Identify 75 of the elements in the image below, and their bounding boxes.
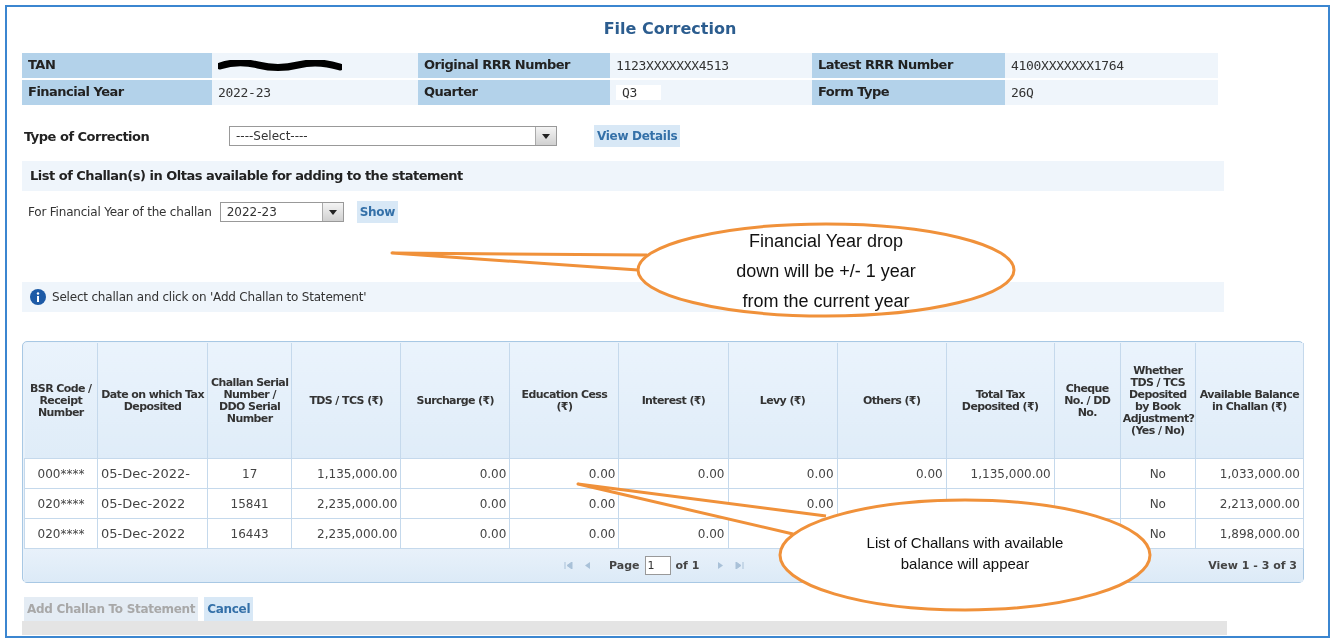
table-cell: 05-Dec-2022 <box>97 518 208 549</box>
table-cell: 0.00 <box>837 458 947 489</box>
field-label: Latest RRR Number <box>812 53 1005 78</box>
page-total: of 1 <box>675 559 700 572</box>
action-button[interactable]: Cancel <box>204 597 254 621</box>
table-cell: 2,235,000.00 <box>291 518 401 549</box>
info-icon <box>30 289 46 305</box>
table-cell: 0.00 <box>400 488 510 519</box>
column-header: Surcharge (₹) <box>400 343 510 459</box>
column-header: TDS / TCS (₹) <box>291 343 401 459</box>
next-page-icon[interactable] <box>717 562 726 569</box>
callout-text: Financial Year drop down will be +/- 1 year from the current year <box>735 230 917 313</box>
last-page-icon[interactable] <box>735 562 745 569</box>
field-label: Type of Correction <box>24 128 151 144</box>
view-details-button[interactable]: View Details <box>594 125 681 147</box>
table-cell: No <box>1120 488 1196 519</box>
field-label: Quarter <box>418 80 610 105</box>
table-cell: No <box>1120 458 1196 489</box>
table-cell: 0.00 <box>618 458 728 489</box>
table-cell: 1,898,000.00 <box>1195 518 1304 549</box>
field-value: 2022-23 <box>218 85 271 100</box>
field-value: 26Q <box>1011 85 1034 100</box>
table-cell: 2,213,000.00 <box>1195 488 1304 519</box>
column-header: Others (₹) <box>837 343 947 459</box>
table-cell: 2,235,000.00 <box>291 488 401 519</box>
section-heading: List of Challan(s) in Oltas available for adding to the statement <box>22 161 1224 191</box>
table-cell: 05-Dec-2022 <box>97 488 208 519</box>
page-label: Page <box>609 559 640 572</box>
table-cell: 15841 <box>207 488 292 519</box>
table-cell: 0.00 <box>509 458 619 489</box>
table-cell: 0.00 <box>728 458 838 489</box>
field-value: Q3 <box>616 85 662 100</box>
table-cell: 1,033,000.00 <box>1195 458 1304 489</box>
field-label: Financial Year <box>22 80 212 105</box>
field-value: 1123XXXXXXX4513 <box>616 58 729 73</box>
table-cell: 05-Dec-2022- <box>97 458 208 489</box>
table-cell: 1,135,000.00 <box>291 458 401 489</box>
field-value: 4100XXXXXXX1764 <box>1011 58 1124 73</box>
field-label: Form Type <box>812 80 1005 105</box>
column-header: Interest (₹) <box>618 343 728 459</box>
column-header: Challan Serial Number / DDO Serial Number <box>207 343 292 459</box>
page-number-field[interactable]: 1 <box>644 556 671 575</box>
column-header: Date on which Tax Deposited <box>97 343 208 459</box>
correction-type-dropdown[interactable]: ----Select---- <box>229 126 557 146</box>
info-message: Select challan and click on 'Add Challan to Statement' <box>52 290 367 304</box>
table-cell: 0.00 <box>400 518 510 549</box>
column-header: Education Cess (₹) <box>509 343 619 459</box>
table-cell: 000**** <box>24 458 98 489</box>
column-header: BSR Code / Receipt Number <box>24 343 98 459</box>
dropdown-arrow-icon <box>328 209 337 215</box>
column-header: Cheque No. / DD No. <box>1054 343 1121 459</box>
column-header: Available Balance in Challan (₹) <box>1195 343 1304 459</box>
page-title: File Correction <box>602 19 738 38</box>
callout-text: List of Challans with available balance will appear <box>865 533 1065 574</box>
field-label: Original RRR Number <box>418 53 610 78</box>
table-cell: 16443 <box>207 518 292 549</box>
previous-page-icon[interactable] <box>583 562 591 569</box>
column-header: Total Tax Deposited (₹) <box>946 343 1055 459</box>
table-cell: 0.00 <box>509 488 619 519</box>
dropdown-arrow-icon <box>542 133 550 139</box>
table-cell: 0.00 <box>400 458 510 489</box>
table-cell: 1,135,000.00 <box>946 458 1055 489</box>
field-label: TAN <box>22 53 212 78</box>
column-header: Levy (₹) <box>728 343 838 459</box>
table-cell: 17 <box>207 458 292 489</box>
record-count: View 1 - 3 of 3 <box>1208 559 1297 572</box>
show-button[interactable]: Show <box>356 201 398 223</box>
first-page-icon[interactable] <box>564 562 573 569</box>
table-cell: 020**** <box>24 488 98 519</box>
column-header: Whether TDS / TCS Deposited by Book Adjustment? (Yes / No) <box>1120 343 1196 459</box>
table-cell: 0.00 <box>509 518 619 549</box>
field-label: For Financial Year of the challan <box>28 205 212 219</box>
financial-year-dropdown[interactable]: 2022-23 <box>219 202 344 222</box>
table-cell: 020**** <box>24 518 98 549</box>
table-cell: 0.00 <box>618 518 728 549</box>
